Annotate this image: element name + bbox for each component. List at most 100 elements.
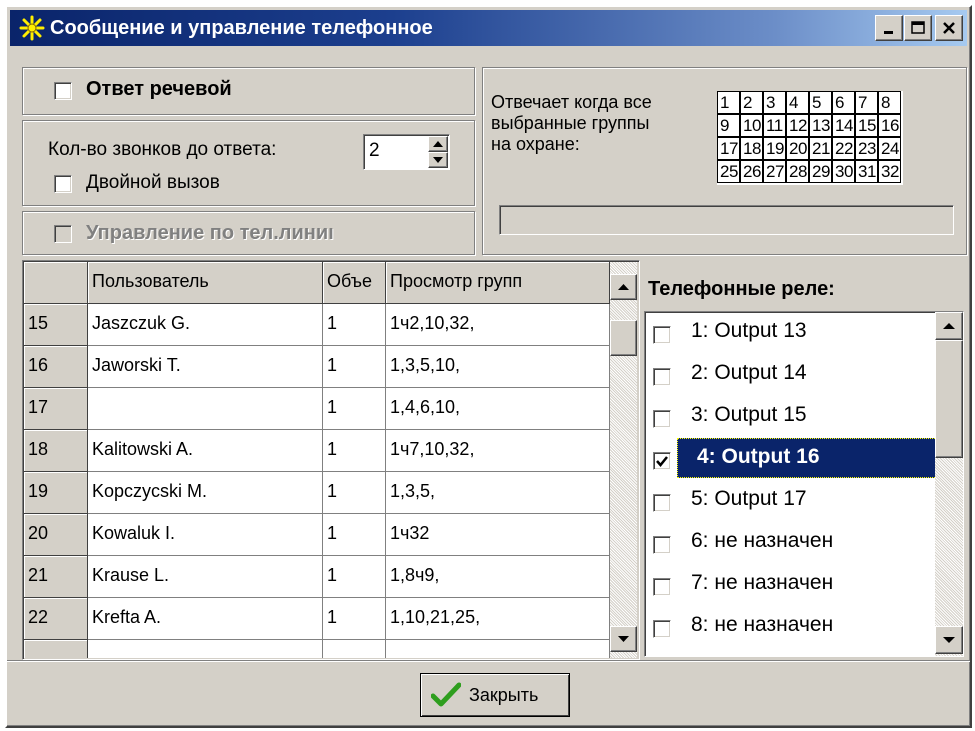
table-row[interactable]: 15 Jaszczuk G. 1 1ч2,10,32, xyxy=(24,304,610,346)
group-cell[interactable]: 16 xyxy=(878,114,901,137)
object-cell[interactable]: 1 xyxy=(323,514,386,556)
group-cell[interactable]: 6 xyxy=(832,91,855,114)
relay-checkbox[interactable] xyxy=(653,326,671,344)
group-cell[interactable]: 31 xyxy=(855,160,878,183)
double-call-checkbox[interactable] xyxy=(54,175,72,193)
relay-checkbox[interactable] xyxy=(653,410,671,428)
voice-answer-checkbox[interactable] xyxy=(54,82,72,100)
group-cell[interactable]: 1 xyxy=(717,91,740,114)
group-cell[interactable]: 10 xyxy=(740,114,763,137)
relay-item[interactable]: 7: не назначен xyxy=(645,564,935,606)
relays-scrollbar[interactable] xyxy=(935,312,963,656)
group-cell[interactable]: 28 xyxy=(786,160,809,183)
relay-checkbox[interactable] xyxy=(653,452,671,470)
group-cell[interactable]: 32 xyxy=(878,160,901,183)
table-row[interactable]: 22 Krefta A. 1 1,10,21,25, xyxy=(24,598,610,640)
relay-item[interactable]: 2: Output 14 xyxy=(645,354,935,396)
group-cell[interactable]: 8 xyxy=(878,91,901,114)
group-cell[interactable]: 27 xyxy=(763,160,786,183)
group-cell[interactable]: 15 xyxy=(855,114,878,137)
groups-edit-field[interactable] xyxy=(499,205,954,235)
relay-scroll-thumb[interactable] xyxy=(935,340,963,458)
group-cell[interactable]: 4 xyxy=(786,91,809,114)
user-name-cell[interactable]: Krefta A. xyxy=(88,598,323,640)
group-cell[interactable]: 25 xyxy=(717,160,740,183)
groups-view-cell[interactable]: 1,8ч9, xyxy=(386,556,610,598)
column-header-num[interactable] xyxy=(24,262,88,304)
group-cell[interactable]: 14 xyxy=(832,114,855,137)
scroll-down-button[interactable] xyxy=(610,626,637,652)
relays-list[interactable]: 1: Output 13 2: Output 14 3: Output 15 4: O… xyxy=(644,311,964,657)
group-cell[interactable]: 17 xyxy=(717,137,740,160)
group-cell[interactable]: 20 xyxy=(786,137,809,160)
column-header-object[interactable]: Объе xyxy=(323,262,386,304)
user-name-cell[interactable]: Jaworski T. xyxy=(88,346,323,388)
table-row[interactable]: 19 Kopczycski M. 1 1,3,5, xyxy=(24,472,610,514)
user-name-cell[interactable]: Kalitowski A. xyxy=(88,430,323,472)
group-cell[interactable]: 18 xyxy=(740,137,763,160)
user-name-cell[interactable]: Kopczycski M. xyxy=(88,472,323,514)
spin-down-button[interactable] xyxy=(428,152,448,168)
user-name-cell[interactable]: Krause L. xyxy=(88,556,323,598)
relay-item[interactable]: 5: Output 17 xyxy=(645,480,935,522)
relay-item[interactable]: 4: Output 16 xyxy=(645,438,949,480)
group-cell[interactable]: 26 xyxy=(740,160,763,183)
maximize-button[interactable] xyxy=(904,15,932,41)
object-cell[interactable]: 1 xyxy=(323,346,386,388)
table-row[interactable]: 17 Kaczmarek A. 1 1,4,6,10, xyxy=(24,388,610,430)
group-cell[interactable]: 19 xyxy=(763,137,786,160)
group-cell[interactable]: 13 xyxy=(809,114,832,137)
group-cell[interactable]: 2 xyxy=(740,91,763,114)
minimize-button[interactable] xyxy=(875,15,903,41)
relay-item[interactable]: 1: Output 13 xyxy=(645,312,935,354)
object-cell[interactable]: 1 xyxy=(323,430,386,472)
spin-up-button[interactable] xyxy=(428,136,448,152)
groups-view-cell[interactable]: 1,4,6,10, xyxy=(386,388,610,430)
users-table-scrollbar[interactable] xyxy=(610,262,637,658)
scroll-thumb[interactable] xyxy=(610,320,637,356)
group-cell[interactable]: 22 xyxy=(832,137,855,160)
user-name-cell[interactable]: Kowaluk I. xyxy=(88,514,323,556)
column-header-groups[interactable]: Просмотр групп xyxy=(386,262,610,304)
groups-view-cell[interactable]: 1ч32 xyxy=(386,514,610,556)
object-cell[interactable]: 1 xyxy=(323,304,386,346)
groups-view-cell[interactable]: 1,3,5,10, xyxy=(386,346,610,388)
relay-item[interactable]: 3: Output 15 xyxy=(645,396,935,438)
rings-spinbox[interactable]: 2 xyxy=(363,134,450,170)
scroll-up-button[interactable] xyxy=(610,274,637,300)
table-row[interactable]: 21 Krause L. 1 1,8ч9, xyxy=(24,556,610,598)
relay-checkbox[interactable] xyxy=(653,494,671,512)
object-cell[interactable]: 1 xyxy=(323,472,386,514)
close-window-button[interactable] xyxy=(935,15,963,41)
group-cell[interactable]: 7 xyxy=(855,91,878,114)
group-cell[interactable]: 11 xyxy=(763,114,786,137)
relay-item[interactable]: 6: не назначен xyxy=(645,522,935,564)
table-row[interactable]: 20 Kowaluk I. 1 1ч32 xyxy=(24,514,610,556)
relay-item[interactable]: 8: не назначен xyxy=(645,606,935,648)
group-cell[interactable]: 21 xyxy=(809,137,832,160)
line-control-checkbox[interactable] xyxy=(54,225,72,243)
title-bar[interactable]: Сообщение и управление телефонное xyxy=(10,10,967,46)
groups-view-cell[interactable]: 1,3,5, xyxy=(386,472,610,514)
user-name-cell[interactable]: Jaszczuk G. xyxy=(88,304,323,346)
groups-view-cell[interactable]: 1,10,21,25, xyxy=(386,598,610,640)
user-name-cell[interactable]: Kaczmarek A. xyxy=(88,388,323,430)
close-button[interactable]: Закрыть xyxy=(420,673,570,717)
table-row[interactable]: 16 Jaworski T. 1 1,3,5,10, xyxy=(24,346,610,388)
group-cell[interactable]: 5 xyxy=(809,91,832,114)
relay-checkbox[interactable] xyxy=(653,368,671,386)
relay-checkbox[interactable] xyxy=(653,620,671,638)
groups-grid[interactable]: 1 2 3 4 5 6 7 8 9 10 11 12 13 14 15 16 17 18 19 20 21 22 23 24 2… xyxy=(717,91,903,185)
users-table[interactable]: Пользователь Объе Просмотр групп 15 Jaszczuk… xyxy=(22,260,640,660)
relay-scroll-down-button[interactable] xyxy=(935,626,963,654)
group-cell[interactable]: 23 xyxy=(855,137,878,160)
group-cell[interactable]: 24 xyxy=(878,137,901,160)
groups-view-cell[interactable]: 1ч7,10,32, xyxy=(386,430,610,472)
relay-checkbox[interactable] xyxy=(653,536,671,554)
table-row[interactable]: 18 Kalitowski A. 1 1ч7,10,32, xyxy=(24,430,610,472)
object-cell[interactable]: 1 xyxy=(323,556,386,598)
group-cell[interactable]: 3 xyxy=(763,91,786,114)
group-cell[interactable]: 29 xyxy=(809,160,832,183)
groups-view-cell[interactable]: 1ч2,10,32, xyxy=(386,304,610,346)
group-cell[interactable]: 30 xyxy=(832,160,855,183)
